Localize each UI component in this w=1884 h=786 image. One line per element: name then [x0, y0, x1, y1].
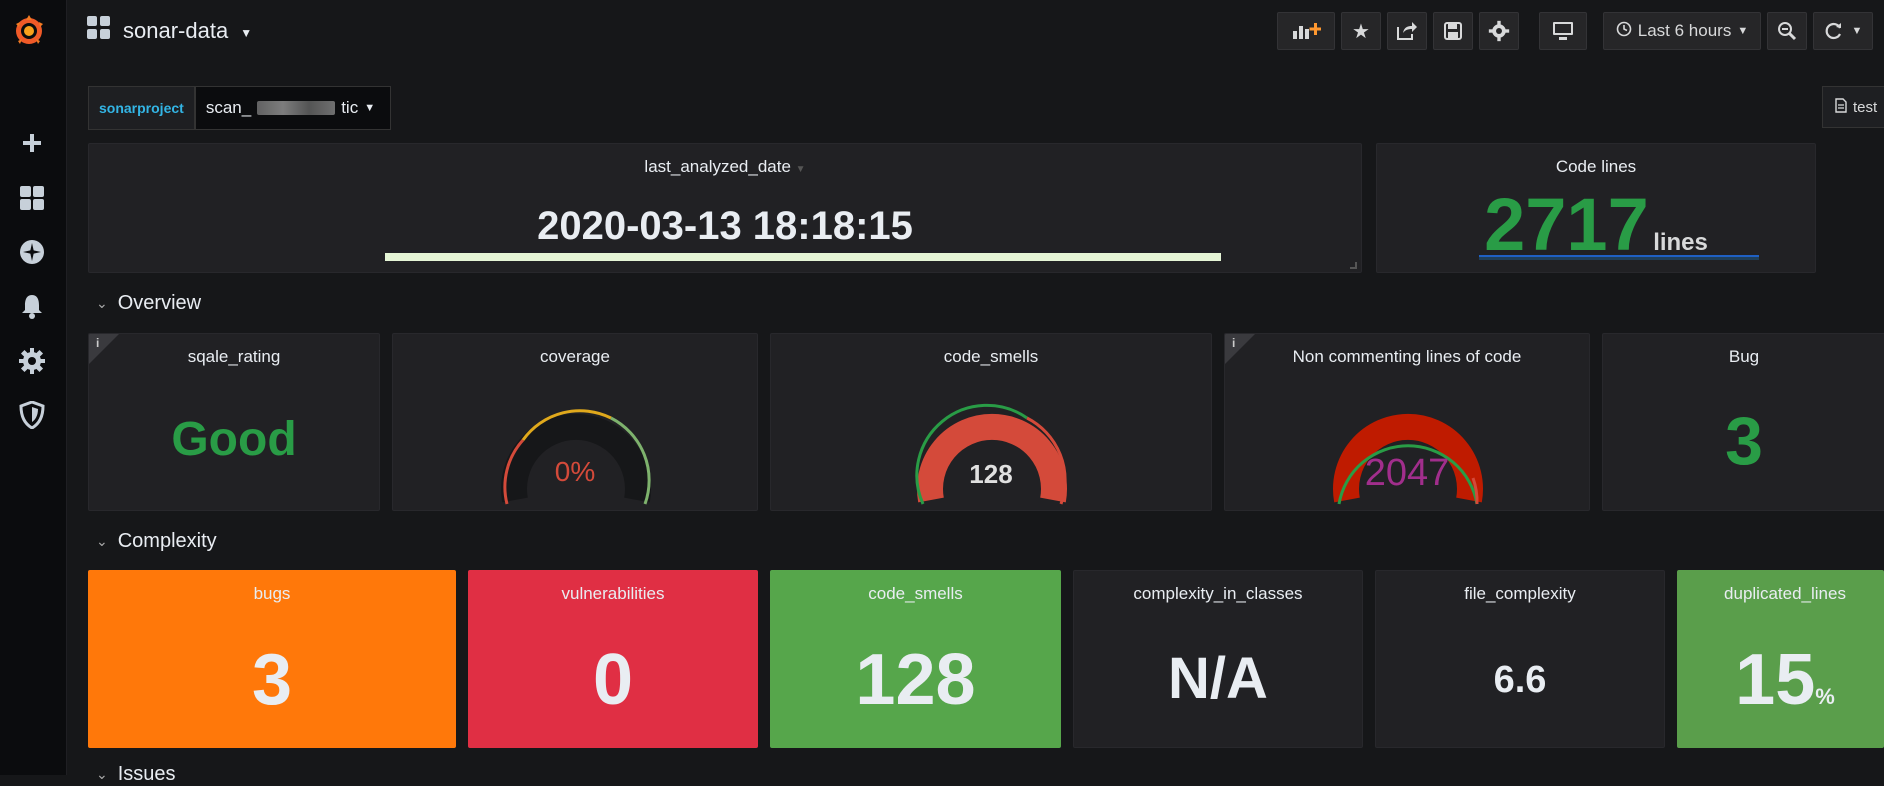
- variable-label: sonarproject: [88, 86, 195, 130]
- dashboard-title-text: sonar-data: [123, 18, 229, 43]
- duplicated-lines-value: 15: [1735, 640, 1816, 720]
- zoom-out-button[interactable]: [1767, 12, 1807, 50]
- variable-value-dropdown[interactable]: scan_ tic ▼: [194, 86, 391, 130]
- caret-down-icon: ▼: [1737, 25, 1749, 37]
- time-picker-button[interactable]: Last 6 hours ▼: [1603, 12, 1761, 50]
- variable-selector: sonarproject scan_ tic ▼: [88, 86, 391, 130]
- panel-title[interactable]: complexity_in_classes: [1074, 584, 1362, 604]
- panel-title[interactable]: file_complexity: [1376, 584, 1664, 604]
- dashboard-title[interactable]: sonar-data ▼: [87, 16, 252, 46]
- dashboards-icon[interactable]: [18, 184, 46, 212]
- share-button[interactable]: [1387, 12, 1427, 50]
- dashboard-link-label: test: [1853, 98, 1878, 116]
- panel-title[interactable]: code_smells: [771, 347, 1211, 367]
- dashboard-link-test[interactable]: test: [1822, 86, 1884, 128]
- chevron-down-icon: ⌄: [96, 533, 108, 549]
- bell-icon[interactable]: [18, 292, 46, 320]
- caret-down-icon: ▼: [1851, 25, 1863, 37]
- last-analyzed-value: 2020-03-13 18:18:15: [537, 204, 913, 248]
- panel-title[interactable]: vulnerabilities: [469, 584, 757, 604]
- panel-sqale-rating[interactable]: i sqale_rating Good: [88, 333, 380, 511]
- side-menu: [0, 0, 67, 775]
- clock-icon: [1616, 21, 1632, 42]
- bugs-value: 3: [251, 640, 293, 720]
- shield-icon[interactable]: [18, 401, 46, 429]
- save-icon: [1444, 22, 1462, 40]
- dashboard-grid-icon: [87, 16, 111, 46]
- cog-icon: [1488, 20, 1510, 42]
- resize-handle-icon[interactable]: [1350, 262, 1357, 269]
- star-button[interactable]: ★: [1341, 12, 1381, 50]
- sparkline-bar: [385, 253, 1221, 261]
- panel-file-complexity[interactable]: file_complexity 6.6: [1375, 570, 1665, 748]
- panel-title[interactable]: Code lines: [1377, 157, 1815, 177]
- star-icon: ★: [1352, 20, 1370, 43]
- panel-code-lines[interactable]: Code lines 2717 lines: [1376, 143, 1816, 273]
- panel-title[interactable]: Bug: [1603, 347, 1884, 367]
- panel-complexity-in-classes[interactable]: complexity_in_classes N/A: [1073, 570, 1363, 748]
- refresh-button[interactable]: ▼: [1813, 12, 1873, 50]
- grafana-logo-icon[interactable]: [10, 12, 48, 50]
- panel-title[interactable]: duplicated_lines: [1678, 584, 1884, 604]
- code-lines-sparkline: [1479, 255, 1759, 260]
- code-lines-value: 2717: [1484, 183, 1649, 266]
- redacted-text: [257, 101, 336, 115]
- panel-coverage[interactable]: coverage 0%: [392, 333, 758, 511]
- document-icon: [1835, 97, 1847, 117]
- row-overview[interactable]: ⌄ Overview: [96, 292, 201, 315]
- row-complexity[interactable]: ⌄ Complexity: [96, 530, 217, 553]
- panel-bug[interactable]: Bug 3: [1602, 333, 1884, 511]
- panel-code-smells-gauge[interactable]: code_smells 128: [770, 333, 1212, 511]
- panel-ncloc[interactable]: i Non commenting lines of code 2047: [1224, 333, 1590, 511]
- panel-title[interactable]: last_analyzed_date ▼: [89, 157, 1361, 177]
- coverage-gauge: [501, 409, 651, 505]
- monitor-icon: [1553, 22, 1573, 40]
- top-navbar: sonar-data ▼ ★ Last 6 hours ▼ ▼: [67, 0, 1884, 64]
- panel-title[interactable]: coverage: [393, 347, 757, 367]
- refresh-icon: [1825, 22, 1841, 40]
- row-title: Complexity: [117, 530, 217, 552]
- code-smells-gauge-value: 128: [969, 459, 1013, 489]
- panel-code-smells[interactable]: code_smells 128: [770, 570, 1061, 748]
- tv-mode-button[interactable]: [1539, 12, 1587, 50]
- panel-bugs[interactable]: bugs 3: [88, 570, 456, 748]
- code-smells-gauge: [915, 403, 1067, 505]
- code-smells-value: 128: [855, 640, 976, 720]
- panel-title[interactable]: sqale_rating: [89, 347, 379, 367]
- sqale-rating-value: Good: [171, 413, 297, 466]
- plus-icon[interactable]: [18, 129, 46, 157]
- duplicated-lines-unit: %: [1815, 684, 1835, 709]
- add-panel-button[interactable]: [1277, 12, 1335, 50]
- time-range-label: Last 6 hours: [1637, 21, 1732, 40]
- vulnerabilities-value: 0: [592, 640, 634, 720]
- code-lines-unit: lines: [1653, 229, 1708, 256]
- caret-down-icon: ▼: [240, 26, 253, 40]
- coverage-value: 0%: [554, 456, 596, 487]
- compass-icon[interactable]: [18, 238, 46, 266]
- chevron-down-icon: ⌄: [96, 295, 108, 311]
- complexity-in-classes-value: N/A: [1168, 646, 1268, 711]
- settings-button[interactable]: [1479, 12, 1519, 50]
- variable-value-prefix: scan_: [205, 98, 252, 117]
- panel-duplicated-lines[interactable]: duplicated_lines 15%: [1677, 570, 1884, 748]
- share-icon: [1397, 22, 1417, 40]
- file-complexity-value: 6.6: [1493, 659, 1547, 701]
- row-title: Overview: [117, 292, 202, 314]
- panel-vulnerabilities[interactable]: vulnerabilities 0: [468, 570, 758, 748]
- panel-last-analyzed-date[interactable]: last_analyzed_date ▼ 2020-03-13 18:18:15: [88, 143, 1362, 273]
- panel-title[interactable]: Non commenting lines of code: [1225, 347, 1589, 367]
- caret-down-icon: ▼: [795, 164, 806, 175]
- panel-title[interactable]: code_smells: [771, 584, 1060, 604]
- variable-value-suffix: tic: [341, 98, 359, 117]
- caret-down-icon: ▼: [364, 102, 376, 114]
- zoom-out-icon: [1778, 22, 1797, 41]
- ncloc-value: 2047: [1364, 452, 1450, 494]
- bug-value: 3: [1725, 403, 1763, 479]
- gear-icon[interactable]: [18, 347, 46, 375]
- panel-title[interactable]: bugs: [89, 584, 455, 604]
- save-button[interactable]: [1433, 12, 1473, 50]
